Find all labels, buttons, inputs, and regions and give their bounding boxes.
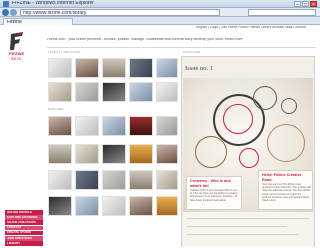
fifzine-logo-icon[interactable] xyxy=(9,31,25,51)
tab-bar: Fifzine xyxy=(0,17,320,25)
browser-tab-label: Fifzine xyxy=(7,20,22,25)
window-title: FIFZINE - Windows Internet Explorer xyxy=(12,1,94,6)
logo-name: FIFZINE xyxy=(9,52,25,56)
article-body: Creative Who is and Creative Who is not.… xyxy=(190,189,238,202)
url-input[interactable]: http://www.fifzine.com/library xyxy=(20,9,220,16)
thumbnail[interactable] xyxy=(48,196,72,216)
nav-item-create-studio[interactable]: CREATE STUDIO xyxy=(5,230,43,236)
thumbnail[interactable] xyxy=(48,116,72,136)
thumbnail[interactable] xyxy=(75,170,99,190)
latest-creations-label: LATEST CREATIONS xyxy=(48,51,81,54)
window-controls: – □ × xyxy=(294,1,318,8)
thumbnail[interactable] xyxy=(75,196,99,216)
thumbnail[interactable] xyxy=(129,82,153,102)
thumbnail[interactable] xyxy=(129,116,153,136)
thumbnail[interactable] xyxy=(156,144,178,164)
intro-text: Fifzine.com - your online personal - bro… xyxy=(47,38,243,41)
top-links-text: English | Login | Join Home Profile Frie… xyxy=(196,26,306,29)
thumbnail[interactable] xyxy=(102,82,126,102)
article-card-right[interactable]: Hello! Fifzine Creative Road. Over the s… xyxy=(258,170,313,210)
close-icon[interactable]: × xyxy=(310,1,317,8)
explore-label: EXPLORE xyxy=(48,108,64,111)
browser-icon xyxy=(3,1,9,7)
thumbnail[interactable] xyxy=(48,82,72,102)
thumbnail[interactable] xyxy=(75,58,99,78)
magazine-issue-title: Issue no. 1 xyxy=(185,66,213,72)
thumbnail[interactable] xyxy=(48,144,72,164)
forward-icon[interactable] xyxy=(10,9,17,16)
url-text: http://www.fifzine.com/library xyxy=(23,11,87,16)
logo-badge: BETA xyxy=(11,57,22,61)
thumbnail[interactable] xyxy=(129,196,153,216)
browser-search-input[interactable] xyxy=(248,9,316,16)
thumbnail[interactable] xyxy=(75,144,99,164)
thumbnail[interactable] xyxy=(102,144,126,164)
thumbnail[interactable] xyxy=(75,82,99,102)
maximize-icon[interactable]: □ xyxy=(302,1,309,8)
browser-tab[interactable]: Fifzine xyxy=(3,18,73,25)
thumbnail[interactable] xyxy=(156,116,178,136)
thumbnail[interactable] xyxy=(129,170,153,190)
nav-item-online-profile[interactable]: ONLINE PROFILE xyxy=(5,210,43,215)
back-icon[interactable] xyxy=(2,9,9,16)
thumbnail[interactable] xyxy=(48,170,72,190)
nav-item-explore-artwork[interactable]: EXPLORE ARTWORK xyxy=(5,215,43,220)
header-divider xyxy=(47,47,316,48)
address-bar: http://www.fifzine.com/library xyxy=(0,8,320,17)
thumbnail[interactable] xyxy=(102,58,126,78)
thumbnail[interactable] xyxy=(156,196,178,216)
thumbnail[interactable] xyxy=(75,116,99,136)
thumbnail[interactable] xyxy=(48,58,72,78)
thumbnail[interactable] xyxy=(102,170,126,190)
left-nav: ONLINE PROFILE EXPLORE ARTWORK SHARE CRE… xyxy=(5,210,45,248)
thumbnail[interactable] xyxy=(129,58,153,78)
top-links[interactable]: English | Login | Join Home Profile Frie… xyxy=(196,26,316,32)
article-body: Over the summer The Fifzine was unveiled… xyxy=(262,183,311,203)
nav-item-library[interactable]: LIBRARY xyxy=(5,241,43,246)
thumbnail[interactable] xyxy=(156,58,178,78)
article-heading[interactable]: Creatives - Who is and what's not xyxy=(190,179,240,188)
minimize-icon[interactable]: – xyxy=(294,1,301,8)
magazine-label: MAGAZINE xyxy=(183,51,201,54)
article-heading[interactable]: Hello! Fifzine Creative Road. xyxy=(262,173,311,182)
thumbnail[interactable] xyxy=(129,144,153,164)
article-card-left[interactable]: Creatives - Who is and what's not Creati… xyxy=(186,176,242,210)
thumbnail[interactable] xyxy=(156,82,178,102)
thumbnail[interactable] xyxy=(102,116,126,136)
nav-item-contact[interactable]: CONTACT xyxy=(5,225,43,231)
window-titlebar: FIFZINE - Windows Internet Explorer – □ … xyxy=(0,0,320,8)
magazine-footer xyxy=(183,212,313,246)
nav-item-share-creations[interactable]: SHARE CREATIONS xyxy=(5,220,43,225)
thumbnail[interactable] xyxy=(156,170,178,190)
nav-item-join-creatives[interactable]: JOIN CREATIVES xyxy=(5,236,43,241)
thumbnail[interactable] xyxy=(102,196,126,216)
